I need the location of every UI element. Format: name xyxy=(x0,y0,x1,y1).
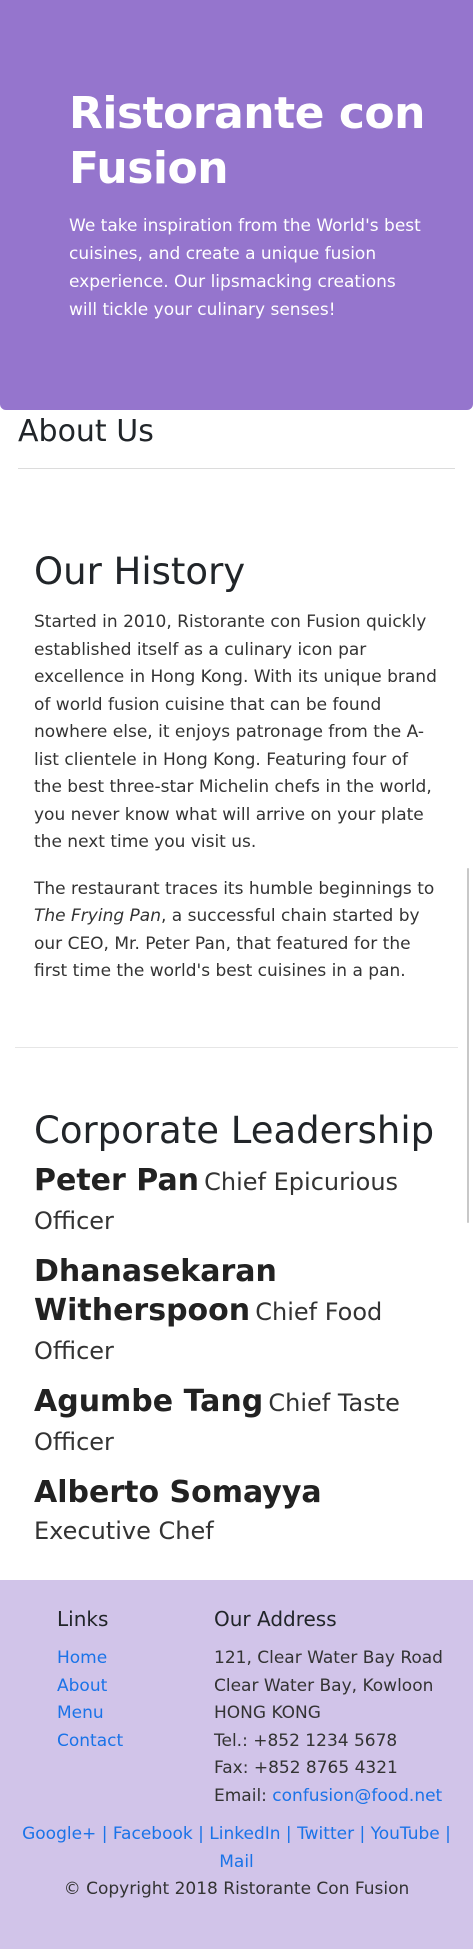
leader-name: Peter Pan xyxy=(34,1162,200,1198)
social-link-googleplus[interactable]: Google+ xyxy=(22,1824,96,1844)
leader-item: Agumbe Tang Chief Taste Officer xyxy=(34,1382,439,1462)
email-link[interactable]: confusion@food.net xyxy=(272,1786,442,1806)
footer-link-home[interactable]: Home xyxy=(57,1648,107,1668)
links-heading: Links xyxy=(57,1607,109,1631)
history-p2-italic: The Frying Pan xyxy=(34,906,161,926)
copyright-text: © Copyright 2018 Ristorante Con Fusion xyxy=(63,1879,410,1899)
history-section: Our History Started in 2010, Ristorante … xyxy=(0,469,473,986)
email-line: Email: confusion@food.net xyxy=(214,1783,454,1811)
footer-links-column: Links Home About Menu Contact xyxy=(57,1605,214,1810)
history-paragraph-1: Started in 2010, Ristorante con Fusion q… xyxy=(34,612,437,852)
about-header: About Us xyxy=(18,410,455,469)
history-heading: Our History xyxy=(34,550,246,593)
footer-link-list: Home About Menu Contact xyxy=(57,1645,214,1755)
footer-link-about[interactable]: About xyxy=(57,1676,107,1696)
restaurant-tagline: We take inspiration from the World's bes… xyxy=(69,216,421,320)
leader-item: Peter Pan Chief Epicurious Officer xyxy=(34,1161,439,1241)
footer-link-contact[interactable]: Contact xyxy=(57,1731,123,1751)
email-label: Email: xyxy=(214,1785,273,1806)
address-line: 121, Clear Water Bay Road xyxy=(214,1648,443,1668)
page-title: About Us xyxy=(18,414,154,449)
leadership-heading: Corporate Leadership xyxy=(34,1108,435,1152)
leader-item: Alberto Somayya Executive Chef xyxy=(34,1473,439,1551)
leader-name: Agumbe Tang xyxy=(34,1383,264,1419)
social-link-mail[interactable]: Mail xyxy=(219,1852,254,1872)
social-link-linkedin[interactable]: LinkedIn xyxy=(209,1824,280,1844)
leader-name: Alberto Somayya xyxy=(34,1474,322,1510)
footer-address-column: Our Address 121, Clear Water Bay Road Cl… xyxy=(214,1605,454,1810)
address-line: HONG KONG xyxy=(214,1703,321,1723)
leader-item: Dhanasekaran Witherspoon Chief Food Offi… xyxy=(34,1252,439,1371)
phone-line: Tel.: +852 1234 5678 xyxy=(214,1730,398,1751)
social-links: Google+ | Facebook | LinkedIn | Twitter … xyxy=(22,1824,451,1872)
scrollbar[interactable] xyxy=(467,868,469,1223)
history-paragraph-2: The restaurant traces its humble beginni… xyxy=(34,876,439,986)
leadership-section: Corporate Leadership Peter Pan Chief Epi… xyxy=(0,1048,473,1551)
social-link-youtube[interactable]: YouTube xyxy=(371,1824,440,1844)
history-p2-prefix: The restaurant traces its humble beginni… xyxy=(34,878,435,899)
social-link-twitter[interactable]: Twitter xyxy=(297,1824,354,1844)
site-footer: Links Home About Menu Contact Our Addres… xyxy=(0,1580,473,1949)
address-line: Clear Water Bay, Kowloon xyxy=(214,1675,434,1696)
leader-name: Dhanasekaran Witherspoon xyxy=(34,1253,277,1328)
footer-columns: Links Home About Menu Contact Our Addres… xyxy=(0,1605,473,1810)
footer-link-menu[interactable]: Menu xyxy=(57,1703,104,1723)
fax-line: Fax: +852 8765 4321 xyxy=(214,1758,398,1778)
jumbotron-banner: Ristorante con Fusion We take inspiratio… xyxy=(0,0,473,410)
social-link-facebook[interactable]: Facebook xyxy=(113,1824,193,1844)
address-heading: Our Address xyxy=(214,1607,337,1631)
address-block: 121, Clear Water Bay Road Clear Water Ba… xyxy=(214,1645,454,1810)
leader-role: Executive Chef xyxy=(34,1516,214,1545)
restaurant-title: Ristorante con Fusion xyxy=(69,88,425,194)
